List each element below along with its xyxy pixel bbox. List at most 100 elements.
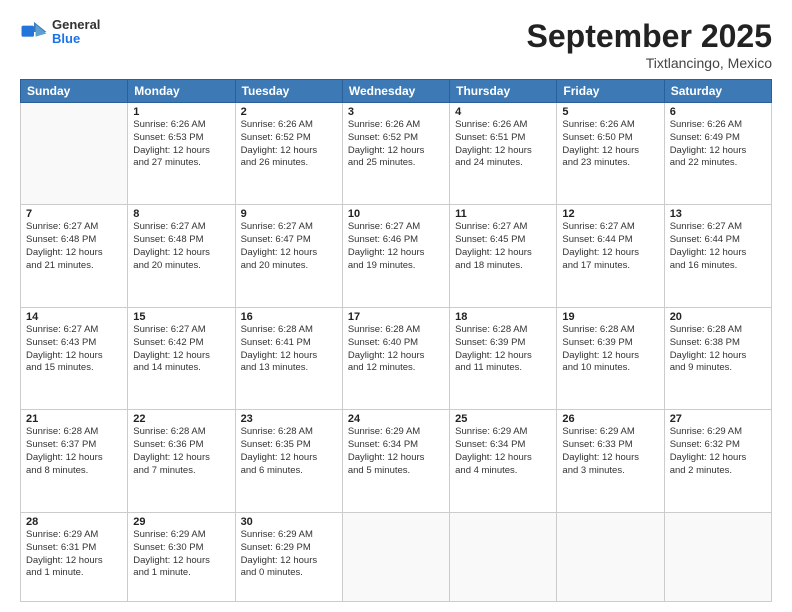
calendar-day: 9Sunrise: 6:27 AM Sunset: 6:47 PM Daylig… xyxy=(235,205,342,307)
title-block: September 2025 Tixtlancingo, Mexico xyxy=(527,18,772,71)
calendar-day xyxy=(557,512,664,601)
day-info: Sunrise: 6:26 AM Sunset: 6:50 PM Dayligh… xyxy=(562,119,658,170)
calendar-day: 24Sunrise: 6:29 AM Sunset: 6:34 PM Dayli… xyxy=(342,410,449,512)
calendar-day: 28Sunrise: 6:29 AM Sunset: 6:31 PM Dayli… xyxy=(21,512,128,601)
calendar-day: 23Sunrise: 6:28 AM Sunset: 6:35 PM Dayli… xyxy=(235,410,342,512)
calendar-header-wednesday: Wednesday xyxy=(342,80,449,103)
day-info: Sunrise: 6:28 AM Sunset: 6:39 PM Dayligh… xyxy=(562,324,658,375)
calendar-header-thursday: Thursday xyxy=(450,80,557,103)
logo-general: General xyxy=(52,18,100,32)
calendar-day xyxy=(21,103,128,205)
day-number: 29 xyxy=(133,516,229,528)
day-info: Sunrise: 6:29 AM Sunset: 6:30 PM Dayligh… xyxy=(133,529,229,580)
calendar-day xyxy=(450,512,557,601)
day-number: 15 xyxy=(133,311,229,323)
calendar-header-row: SundayMondayTuesdayWednesdayThursdayFrid… xyxy=(21,80,772,103)
day-info: Sunrise: 6:26 AM Sunset: 6:52 PM Dayligh… xyxy=(241,119,337,170)
day-info: Sunrise: 6:28 AM Sunset: 6:40 PM Dayligh… xyxy=(348,324,444,375)
calendar-week-row: 1Sunrise: 6:26 AM Sunset: 6:53 PM Daylig… xyxy=(21,103,772,205)
logo: General Blue xyxy=(20,18,100,47)
day-number: 3 xyxy=(348,106,444,118)
day-info: Sunrise: 6:26 AM Sunset: 6:53 PM Dayligh… xyxy=(133,119,229,170)
day-number: 1 xyxy=(133,106,229,118)
day-info: Sunrise: 6:28 AM Sunset: 6:41 PM Dayligh… xyxy=(241,324,337,375)
calendar-header-saturday: Saturday xyxy=(664,80,771,103)
page: General Blue September 2025 Tixtlancingo… xyxy=(0,0,792,612)
calendar-day: 16Sunrise: 6:28 AM Sunset: 6:41 PM Dayli… xyxy=(235,307,342,409)
calendar-table: SundayMondayTuesdayWednesdayThursdayFrid… xyxy=(20,79,772,602)
calendar-day: 25Sunrise: 6:29 AM Sunset: 6:34 PM Dayli… xyxy=(450,410,557,512)
location: Tixtlancingo, Mexico xyxy=(527,55,772,71)
day-info: Sunrise: 6:27 AM Sunset: 6:46 PM Dayligh… xyxy=(348,221,444,272)
calendar-day: 6Sunrise: 6:26 AM Sunset: 6:49 PM Daylig… xyxy=(664,103,771,205)
logo-icon xyxy=(20,18,48,46)
calendar-day: 3Sunrise: 6:26 AM Sunset: 6:52 PM Daylig… xyxy=(342,103,449,205)
day-number: 28 xyxy=(26,516,122,528)
day-info: Sunrise: 6:29 AM Sunset: 6:34 PM Dayligh… xyxy=(455,426,551,477)
day-number: 11 xyxy=(455,208,551,220)
day-info: Sunrise: 6:28 AM Sunset: 6:39 PM Dayligh… xyxy=(455,324,551,375)
month-title: September 2025 xyxy=(527,18,772,55)
day-number: 12 xyxy=(562,208,658,220)
day-info: Sunrise: 6:28 AM Sunset: 6:36 PM Dayligh… xyxy=(133,426,229,477)
day-number: 10 xyxy=(348,208,444,220)
calendar-day: 11Sunrise: 6:27 AM Sunset: 6:45 PM Dayli… xyxy=(450,205,557,307)
calendar-day: 27Sunrise: 6:29 AM Sunset: 6:32 PM Dayli… xyxy=(664,410,771,512)
day-info: Sunrise: 6:27 AM Sunset: 6:48 PM Dayligh… xyxy=(133,221,229,272)
day-number: 7 xyxy=(26,208,122,220)
day-info: Sunrise: 6:27 AM Sunset: 6:47 PM Dayligh… xyxy=(241,221,337,272)
day-number: 18 xyxy=(455,311,551,323)
day-info: Sunrise: 6:29 AM Sunset: 6:29 PM Dayligh… xyxy=(241,529,337,580)
calendar-day: 18Sunrise: 6:28 AM Sunset: 6:39 PM Dayli… xyxy=(450,307,557,409)
calendar-day: 19Sunrise: 6:28 AM Sunset: 6:39 PM Dayli… xyxy=(557,307,664,409)
day-number: 8 xyxy=(133,208,229,220)
day-info: Sunrise: 6:29 AM Sunset: 6:34 PM Dayligh… xyxy=(348,426,444,477)
calendar-header-tuesday: Tuesday xyxy=(235,80,342,103)
logo-blue: Blue xyxy=(52,32,100,46)
day-number: 27 xyxy=(670,413,766,425)
day-number: 9 xyxy=(241,208,337,220)
day-info: Sunrise: 6:26 AM Sunset: 6:51 PM Dayligh… xyxy=(455,119,551,170)
day-number: 23 xyxy=(241,413,337,425)
day-number: 30 xyxy=(241,516,337,528)
day-number: 17 xyxy=(348,311,444,323)
calendar-day xyxy=(342,512,449,601)
calendar-day: 15Sunrise: 6:27 AM Sunset: 6:42 PM Dayli… xyxy=(128,307,235,409)
day-number: 6 xyxy=(670,106,766,118)
day-number: 2 xyxy=(241,106,337,118)
day-number: 19 xyxy=(562,311,658,323)
day-info: Sunrise: 6:27 AM Sunset: 6:48 PM Dayligh… xyxy=(26,221,122,272)
calendar-day: 7Sunrise: 6:27 AM Sunset: 6:48 PM Daylig… xyxy=(21,205,128,307)
calendar-week-row: 7Sunrise: 6:27 AM Sunset: 6:48 PM Daylig… xyxy=(21,205,772,307)
day-number: 5 xyxy=(562,106,658,118)
calendar-day: 21Sunrise: 6:28 AM Sunset: 6:37 PM Dayli… xyxy=(21,410,128,512)
calendar-day: 29Sunrise: 6:29 AM Sunset: 6:30 PM Dayli… xyxy=(128,512,235,601)
day-number: 21 xyxy=(26,413,122,425)
calendar-day: 2Sunrise: 6:26 AM Sunset: 6:52 PM Daylig… xyxy=(235,103,342,205)
header: General Blue September 2025 Tixtlancingo… xyxy=(20,18,772,71)
day-info: Sunrise: 6:29 AM Sunset: 6:32 PM Dayligh… xyxy=(670,426,766,477)
calendar-day xyxy=(664,512,771,601)
calendar-day: 10Sunrise: 6:27 AM Sunset: 6:46 PM Dayli… xyxy=(342,205,449,307)
logo-text: General Blue xyxy=(52,18,100,47)
day-info: Sunrise: 6:27 AM Sunset: 6:44 PM Dayligh… xyxy=(670,221,766,272)
day-info: Sunrise: 6:26 AM Sunset: 6:52 PM Dayligh… xyxy=(348,119,444,170)
calendar-week-row: 28Sunrise: 6:29 AM Sunset: 6:31 PM Dayli… xyxy=(21,512,772,601)
calendar-day: 17Sunrise: 6:28 AM Sunset: 6:40 PM Dayli… xyxy=(342,307,449,409)
calendar-day: 22Sunrise: 6:28 AM Sunset: 6:36 PM Dayli… xyxy=(128,410,235,512)
calendar-day: 1Sunrise: 6:26 AM Sunset: 6:53 PM Daylig… xyxy=(128,103,235,205)
day-number: 4 xyxy=(455,106,551,118)
calendar-day: 8Sunrise: 6:27 AM Sunset: 6:48 PM Daylig… xyxy=(128,205,235,307)
calendar-day: 12Sunrise: 6:27 AM Sunset: 6:44 PM Dayli… xyxy=(557,205,664,307)
day-number: 16 xyxy=(241,311,337,323)
day-number: 24 xyxy=(348,413,444,425)
day-info: Sunrise: 6:27 AM Sunset: 6:45 PM Dayligh… xyxy=(455,221,551,272)
day-info: Sunrise: 6:27 AM Sunset: 6:42 PM Dayligh… xyxy=(133,324,229,375)
day-info: Sunrise: 6:26 AM Sunset: 6:49 PM Dayligh… xyxy=(670,119,766,170)
day-info: Sunrise: 6:28 AM Sunset: 6:35 PM Dayligh… xyxy=(241,426,337,477)
calendar-day: 30Sunrise: 6:29 AM Sunset: 6:29 PM Dayli… xyxy=(235,512,342,601)
day-info: Sunrise: 6:28 AM Sunset: 6:37 PM Dayligh… xyxy=(26,426,122,477)
day-number: 20 xyxy=(670,311,766,323)
day-info: Sunrise: 6:29 AM Sunset: 6:31 PM Dayligh… xyxy=(26,529,122,580)
day-number: 26 xyxy=(562,413,658,425)
